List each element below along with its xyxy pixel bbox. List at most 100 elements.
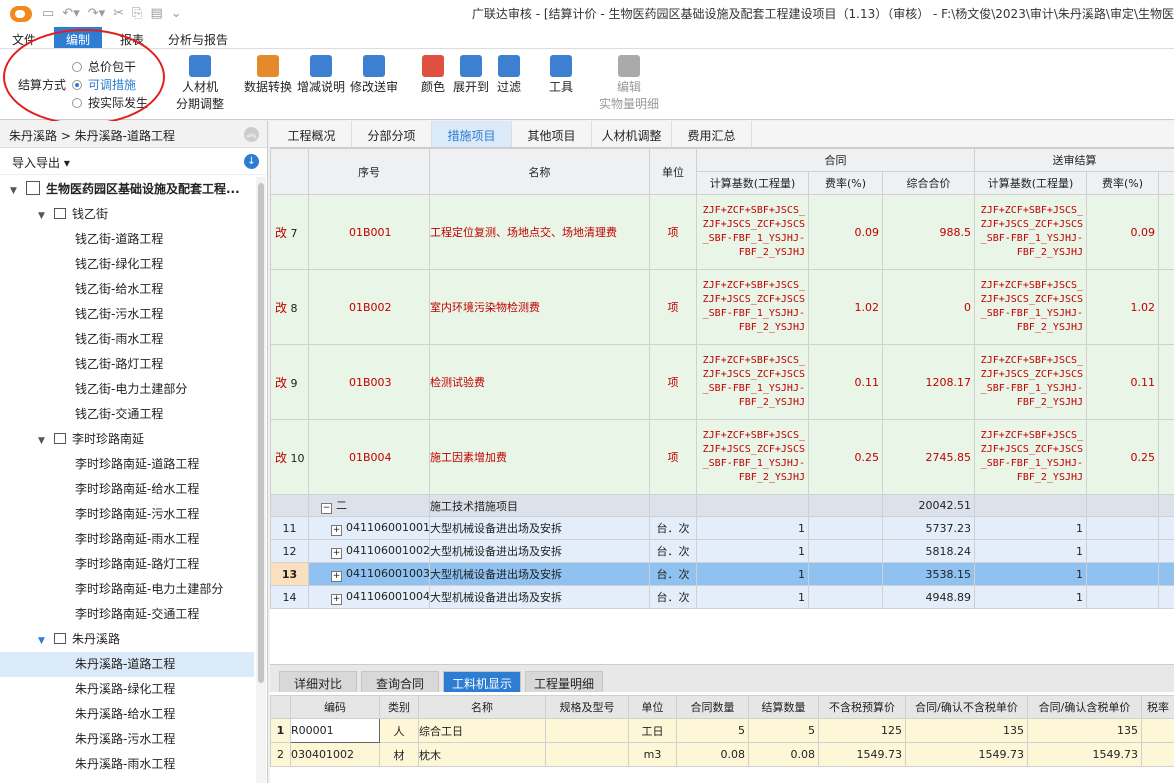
tree-item[interactable]: 李时珍路南延-污水工程 <box>0 502 254 527</box>
expand-icon[interactable]: + <box>331 570 342 582</box>
menu-analysis[interactable]: 分析与报告 <box>156 27 240 48</box>
menu-edit[interactable]: 编制 <box>54 27 103 48</box>
table-row[interactable]: 14 +041106001004 大型机械设备进出场及安拆 台．次 1 4948.89 1 <box>270 585 1174 609</box>
tree-item[interactable]: 李时珍路南延-雨水工程 <box>0 527 254 552</box>
tab-material-adjust[interactable]: 人材机调整 <box>592 121 672 147</box>
cut-icon[interactable]: ✂ <box>113 6 124 21</box>
tree-item[interactable]: 钱乙街-路灯工程 <box>0 352 254 377</box>
table-row-selected[interactable]: 13 +041106001003 大型机械设备进出场及安拆 台．次 1 3538.15 1 <box>270 562 1174 586</box>
menu-report[interactable]: 报表 <box>108 27 156 48</box>
main-tabs: 工程概况 分部分项 措施项目 其他项目 人材机调整 费用汇总 <box>270 121 1174 148</box>
tab-detail-compare[interactable]: 详细对比 <box>279 671 357 692</box>
tab-material-display[interactable]: 工料机显示 <box>443 671 521 692</box>
col-sqty: 结算数量 <box>748 695 819 719</box>
ribbon-toolbar: 结算方式 总价包干 可调措施 按实际发生 人材机 分期调整 数据转换 增减说明 修… <box>0 29 1174 125</box>
table-group-row[interactable]: − 二施工技术措施项目 20042.51 <box>270 494 1174 517</box>
tree-item-selected[interactable]: 朱丹溪路-道路工程 <box>0 652 254 677</box>
tree-item[interactable]: 朱丹溪路-污水工程 <box>0 727 254 752</box>
tree-expand-icon <box>460 55 482 77</box>
tree-group[interactable]: ▼ 朱丹溪路 <box>0 627 254 652</box>
tree-item[interactable]: 朱丹溪路-给水工程 <box>0 702 254 727</box>
home-icon <box>54 208 66 219</box>
paste-icon[interactable]: ▤ <box>150 6 162 21</box>
tree-item[interactable]: 朱丹溪路-绿化工程 <box>0 677 254 702</box>
collapse-icon[interactable]: − <box>321 503 332 514</box>
table-row[interactable]: 11 +041106001001 大型机械设备进出场及安拆 台．次 1 5737.23 1 <box>270 516 1174 540</box>
col-review: 送审结算 <box>974 148 1174 172</box>
tree-item[interactable]: 李时珍路南延-给水工程 <box>0 477 254 502</box>
tree-item[interactable]: 钱乙街-绿化工程 <box>0 252 254 277</box>
menu-file[interactable]: 文件 <box>0 27 48 48</box>
col-base: 计算基数(工程量) <box>696 171 809 195</box>
customize-icon[interactable]: ⌄ <box>171 6 182 21</box>
data-convert-button[interactable]: 数据转换 <box>242 55 294 96</box>
tree-item[interactable]: 钱乙街-给水工程 <box>0 277 254 302</box>
color-button[interactable]: 颜色 <box>418 55 448 96</box>
radio-lump-sum[interactable]: 总价包干 <box>72 58 136 75</box>
tab-other[interactable]: 其他项目 <box>512 121 592 147</box>
table-row[interactable]: 改 7 01B001 工程定位复测、场地点交、场地清理费项 ZJF+ZCF+SBF+J… <box>270 194 1174 270</box>
expand-icon[interactable]: + <box>331 547 342 559</box>
settle-method-label: 结算方式 <box>18 78 67 92</box>
tree-item[interactable]: 钱乙街-电力土建部分 <box>0 377 254 402</box>
table-row[interactable]: 改 9 01B003 检测试验费项 ZJF+ZCF+SBF+JSCS_ZJF+JSCS… <box>270 344 1174 420</box>
tree-root[interactable]: ▼ 生物医药园区基础设施及配套工程... <box>0 177 254 202</box>
table-row[interactable]: 2 030401002 材枕木 m3 0.08 0.08 1549.73 1549.73 154… <box>270 742 1174 767</box>
tab-sections[interactable]: 分部分项 <box>352 121 432 147</box>
download-icon[interactable]: ↓ <box>244 154 259 169</box>
table-row[interactable]: 改 8 01B002 室内环境污染物检测费项 ZJF+ZCF+SBF+JSCS_ZJF… <box>270 269 1174 345</box>
tree-item[interactable]: 钱乙街-交通工程 <box>0 402 254 427</box>
tree-item[interactable]: 钱乙街-道路工程 <box>0 227 254 252</box>
filter-button[interactable]: 过滤 <box>494 55 524 96</box>
modify-submit-button[interactable]: 修改送审 <box>348 55 400 96</box>
project-tree-pane: 朱丹溪路 > 朱丹溪路-道路工程 ︽ 导入导出 ▾ ↓ ▼ 生物医药园区基础设施及配套… <box>0 121 268 783</box>
tree-item[interactable]: 钱乙街-污水工程 <box>0 302 254 327</box>
col-tax: 税率 <box>1141 695 1174 719</box>
tab-query-contract[interactable]: 查询合同 <box>361 671 439 692</box>
expand-icon[interactable]: + <box>331 524 342 536</box>
tab-overview[interactable]: 工程概况 <box>272 121 352 147</box>
tree-item[interactable]: 李时珍路南延-道路工程 <box>0 452 254 477</box>
col-budget-price: 不含税预算价 <box>818 695 906 719</box>
main-pane: 工程概况 分部分项 措施项目 其他项目 人材机调整 费用汇总 序号 名称 单位 合同送… <box>270 121 1174 783</box>
undo-icon[interactable]: ↶▾ <box>62 6 79 21</box>
col-name: 名称 <box>429 148 650 195</box>
table-row[interactable]: 改 10 01B004 施工因素增加费项 ZJF+ZCF+SBF+JSCS_ZJF+J… <box>270 419 1174 495</box>
table-row[interactable]: 12 +041106001002 大型机械设备进出场及安拆 台．次 1 5818.24 1 <box>270 539 1174 563</box>
tools-button[interactable]: 工具 <box>546 55 576 96</box>
col-spec: 规格及型号 <box>545 695 629 719</box>
table-row[interactable]: 1 R00001 人综合工日 工日 5 5 125 135 135 <box>270 718 1174 743</box>
code-input[interactable]: R00001 <box>290 718 380 743</box>
edit-quantity-detail-button[interactable]: 编辑 实物量明细 <box>598 55 660 113</box>
col-cqty: 合同数量 <box>676 695 749 719</box>
tab-cost-summary[interactable]: 费用汇总 <box>672 121 752 147</box>
col-code: 编码 <box>290 695 380 719</box>
col-price-in: 合同/确认含税单价 <box>1027 695 1142 719</box>
tree-group[interactable]: ▼ 李时珍路南延 <box>0 427 254 452</box>
tree-scrollbar[interactable] <box>256 177 266 783</box>
edit-doc-icon <box>618 55 640 77</box>
expand-icon[interactable]: + <box>331 593 342 605</box>
col-munit: 单位 <box>628 695 677 719</box>
tab-measures[interactable]: 措施项目 <box>432 121 512 147</box>
material-adjust-button[interactable]: 人材机 分期调整 <box>175 55 225 113</box>
tab-quantity-detail[interactable]: 工程量明细 <box>525 671 603 692</box>
tree-group[interactable]: ▼ 钱乙街 <box>0 202 254 227</box>
copy-icon[interactable]: ⎘ <box>132 6 142 21</box>
expand-to-button[interactable]: 展开到 <box>451 55 491 96</box>
change-note-button[interactable]: 增减说明 <box>295 55 347 96</box>
window-title: 广联达审核 - [结算计价 - 生物医药园区基础设施及配套工程建设项目（1.13… <box>471 7 1174 21</box>
tree-item[interactable]: 李时珍路南延-电力土建部分 <box>0 577 254 602</box>
radio-adjustable[interactable]: 可调措施 <box>72 76 136 93</box>
tree-item[interactable]: 钱乙街-雨水工程 <box>0 327 254 352</box>
grid-icon <box>189 55 211 77</box>
tree-item[interactable]: 朱丹溪路-雨水工程 <box>0 752 254 777</box>
paint-bucket-icon <box>422 55 444 77</box>
save-icon[interactable]: ▭ <box>42 6 54 21</box>
tree-item[interactable]: 李时珍路南延-交通工程 <box>0 602 254 627</box>
import-export-menu[interactable]: 导入导出 ▾ ↓ <box>0 148 267 175</box>
tree-item[interactable]: 李时珍路南延-路灯工程 <box>0 552 254 577</box>
collapse-icon[interactable]: ︽ <box>244 127 259 142</box>
radio-actual[interactable]: 按实际发生 <box>72 94 148 111</box>
redo-icon[interactable]: ↷▾ <box>88 6 105 21</box>
